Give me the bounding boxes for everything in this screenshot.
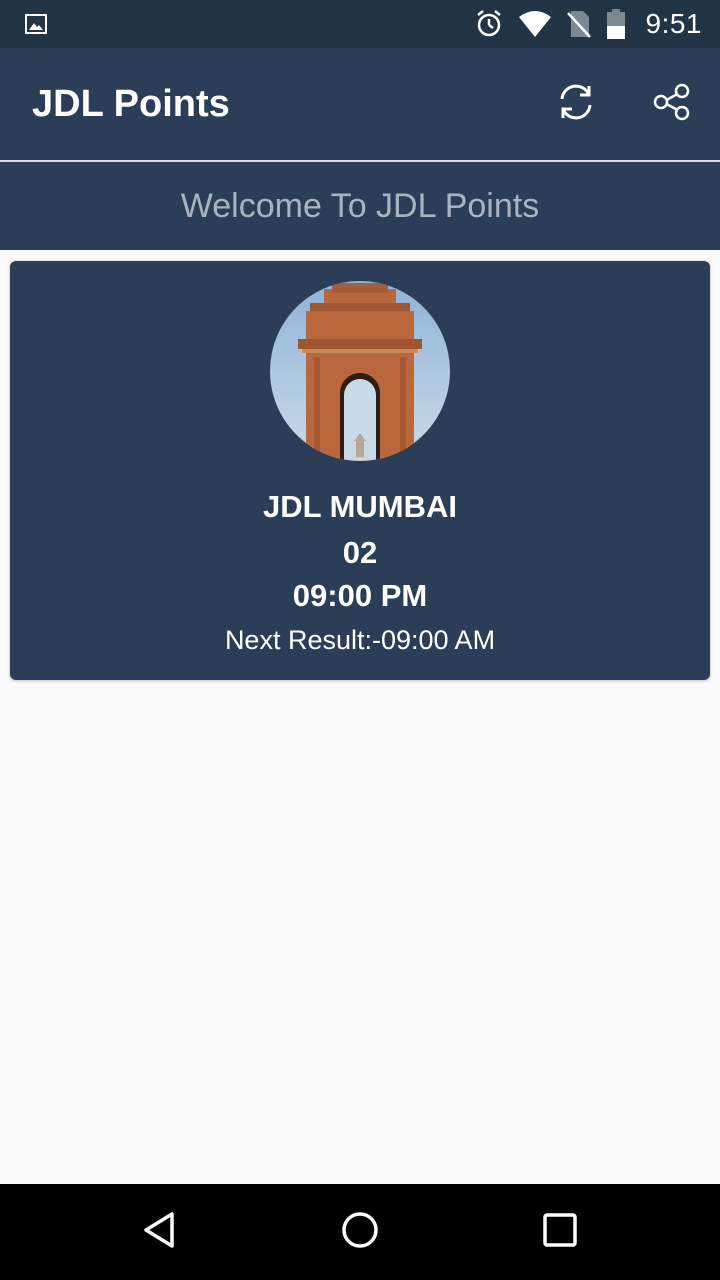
result-number: 02 — [342, 535, 378, 570]
share-button[interactable] — [648, 80, 696, 128]
back-icon — [140, 1210, 180, 1255]
no-sim-icon — [566, 9, 592, 39]
status-bar: 9:51 — [0, 0, 720, 48]
app-bar: JDL Points — [0, 48, 720, 160]
app-title: JDL Points — [32, 83, 230, 125]
next-result-text: Next Result:-09:00 AM — [224, 625, 496, 655]
status-time: 9:51 — [645, 8, 702, 39]
home-button[interactable] — [336, 1208, 384, 1256]
battery-icon — [606, 9, 626, 39]
welcome-banner: Welcome To JDL Points — [0, 162, 720, 250]
refresh-button[interactable] — [552, 80, 600, 128]
wifi-icon — [518, 10, 552, 38]
result-card[interactable]: JDL MUMBAI 02 09:00 PM Next Result:-09:0… — [10, 261, 710, 680]
alarm-icon — [474, 9, 504, 39]
navigation-bar — [0, 1184, 720, 1280]
welcome-text: Welcome To JDL Points — [180, 186, 540, 225]
home-icon — [340, 1210, 380, 1255]
india-gate-image — [270, 281, 450, 461]
game-name: JDL MUMBAI — [262, 489, 458, 524]
recents-icon — [540, 1210, 580, 1255]
share-icon — [651, 81, 693, 128]
result-time: 09:00 PM — [292, 578, 428, 613]
back-button[interactable] — [136, 1208, 184, 1256]
gallery-icon — [24, 12, 48, 36]
refresh-icon — [555, 81, 597, 128]
recents-button[interactable] — [536, 1208, 584, 1256]
